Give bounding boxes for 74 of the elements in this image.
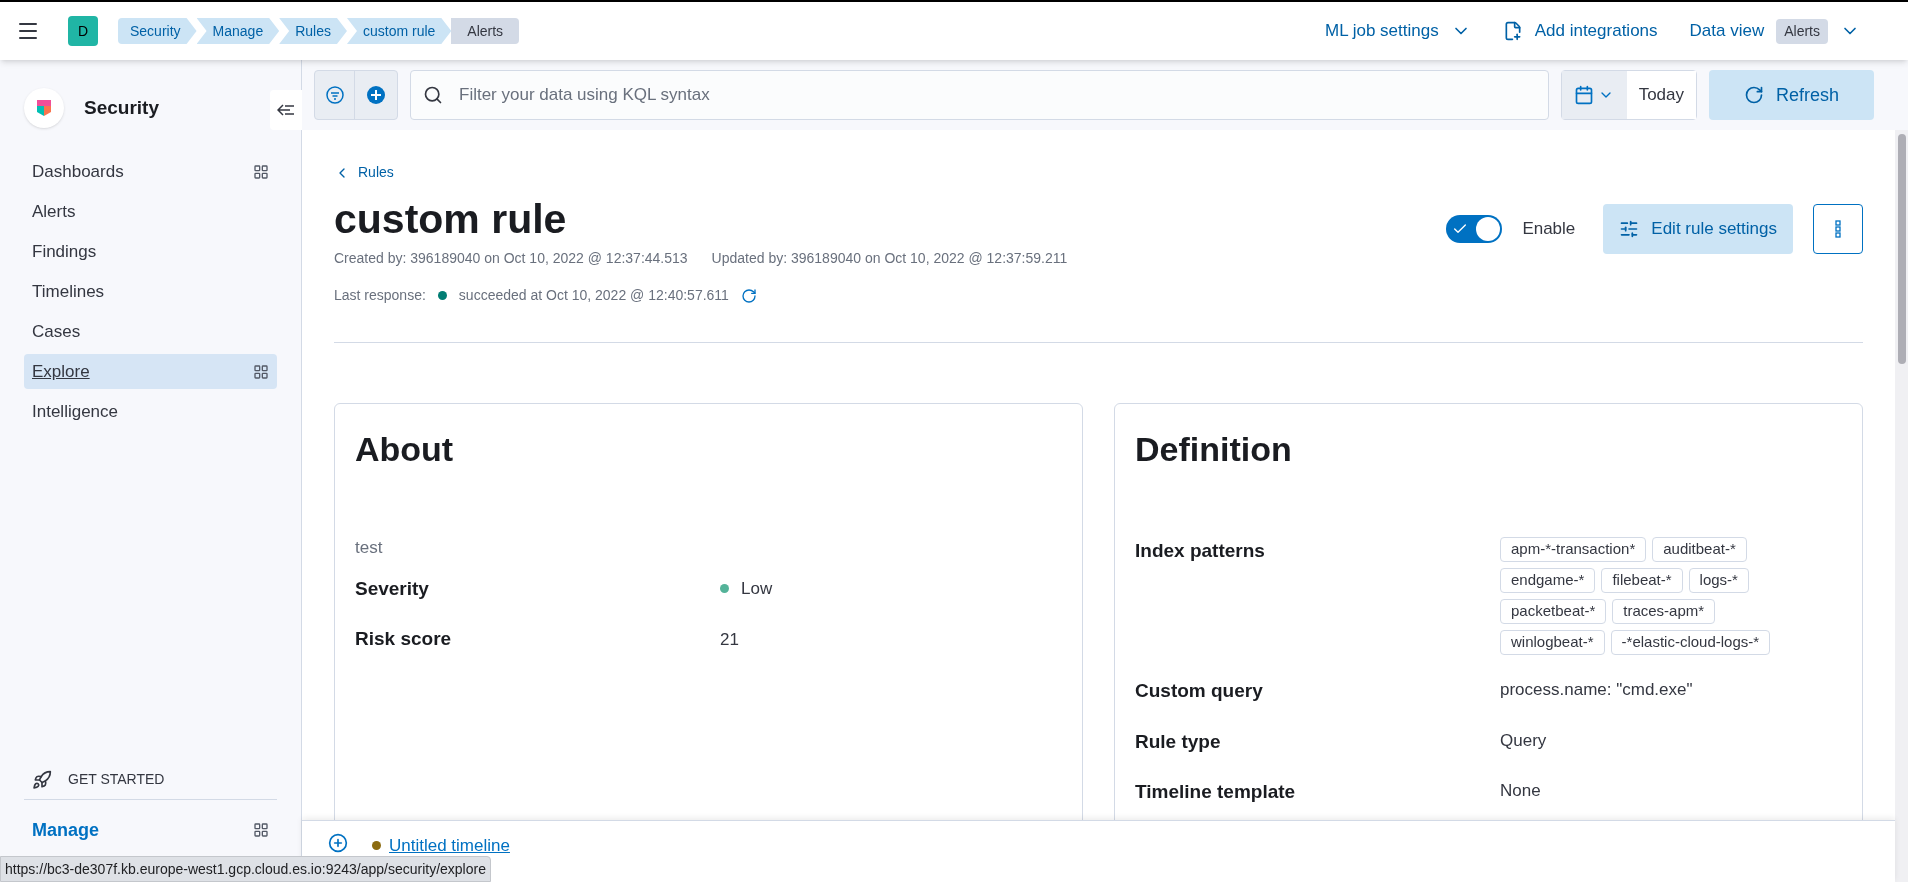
index-pattern-tag: auditbeat-* bbox=[1652, 537, 1747, 563]
card-title: About bbox=[355, 429, 455, 471]
sidebar-title: Security bbox=[84, 95, 159, 120]
field-label: Custom query bbox=[1135, 679, 1264, 704]
query-field[interactable]: Filter your data using KQL syntax bbox=[410, 70, 1549, 120]
sidebar-item[interactable]: Findings bbox=[24, 234, 277, 269]
data-view-button[interactable]: Data view Alerts bbox=[1689, 18, 1860, 44]
refresh-icon bbox=[1744, 85, 1764, 105]
breadcrumb[interactable]: Rules bbox=[279, 18, 347, 44]
last-response-text: succeeded at Oct 10, 2022 @ 12:40:57.611 bbox=[458, 286, 729, 306]
breadcrumb[interactable]: custom rule bbox=[346, 18, 452, 44]
sidebar-item[interactable]: Timelines bbox=[24, 274, 277, 309]
index-pattern-tag: winlogbeat-* bbox=[1500, 630, 1605, 656]
index-pattern-tag: traces-apm* bbox=[1612, 599, 1716, 625]
created-text: Created by: 396189040 on Oct 10, 2022 @ 12:37:44.513 bbox=[334, 249, 688, 269]
timeline-link[interactable]: Untitled timeline bbox=[372, 833, 510, 859]
collapse-icon bbox=[277, 103, 295, 117]
status-url: https://bc3-de307f.kb.europe-west1.gcp.cloud.es.io:9243/app/security/explore bbox=[0, 856, 491, 882]
enable-label: Enable bbox=[1522, 218, 1576, 241]
last-response-label: Last response: bbox=[334, 286, 426, 306]
index-pattern-tag: apm-*-transaction* bbox=[1500, 537, 1647, 563]
sliders-icon bbox=[1619, 219, 1640, 239]
enable-switch[interactable] bbox=[1446, 215, 1503, 243]
index-pattern-tag: -*elastic-cloud-logs-* bbox=[1610, 630, 1771, 656]
index-pattern-tag: packetbeat-* bbox=[1500, 599, 1607, 625]
field-value: Query bbox=[1500, 729, 1548, 752]
add-timeline-icon[interactable] bbox=[328, 833, 348, 853]
search-icon bbox=[423, 85, 443, 105]
filter-icon bbox=[324, 85, 345, 105]
breadcrumb[interactable]: Manage bbox=[196, 18, 280, 44]
sidebar-item[interactable]: Cases bbox=[24, 314, 277, 349]
field-value: process.name: "cmd.exe" bbox=[1500, 679, 1694, 702]
data-view-badge: Alerts bbox=[1776, 18, 1828, 44]
page-title: custom rule bbox=[334, 195, 568, 244]
rocket-icon bbox=[32, 769, 52, 790]
back-link[interactable]: Rules bbox=[334, 162, 1068, 183]
card-title: Definition bbox=[1135, 429, 1293, 471]
sidebar-item[interactable]: Dashboards bbox=[24, 154, 277, 189]
field-value: Low bbox=[741, 578, 773, 601]
more-icon bbox=[1835, 220, 1841, 238]
sidebar-item[interactable]: Alerts bbox=[24, 194, 277, 229]
index-pattern-tag: filebeat-* bbox=[1601, 568, 1683, 594]
field-value: None bbox=[1500, 780, 1542, 803]
edit-rule-settings-button[interactable]: Edit rule settings bbox=[1603, 204, 1793, 254]
field-label: Risk score bbox=[355, 627, 453, 652]
manage-link[interactable]: Manage bbox=[24, 812, 277, 848]
ml-job-settings-button[interactable]: ML job settings bbox=[1324, 18, 1471, 44]
index-pattern-tag: endgame-* bbox=[1500, 568, 1596, 594]
scrollbar[interactable] bbox=[1895, 130, 1908, 882]
field-label: Rule type bbox=[1135, 729, 1222, 754]
get-started-link[interactable]: GET STARTED bbox=[24, 760, 277, 800]
field-label: Index patterns bbox=[1135, 539, 1266, 564]
plus-circle-icon bbox=[366, 85, 386, 105]
refresh-icon[interactable] bbox=[740, 287, 757, 304]
sidebar-item[interactable]: Explore bbox=[24, 354, 277, 389]
grid-icon bbox=[253, 822, 269, 838]
more-actions-button[interactable] bbox=[1813, 204, 1863, 254]
calendar-icon bbox=[1574, 85, 1595, 105]
index-pattern-tag: logs-* bbox=[1688, 568, 1749, 594]
field-value: 21 bbox=[720, 628, 739, 651]
date-range[interactable]: Today bbox=[1626, 71, 1696, 119]
breadcrumb[interactable]: Alerts bbox=[451, 18, 520, 44]
add-integrations-button[interactable]: Add integrations bbox=[1502, 18, 1658, 44]
field-label: Severity bbox=[355, 576, 430, 601]
sidebar-item[interactable]: Intelligence bbox=[24, 394, 277, 429]
field-label: Timeline template bbox=[1135, 780, 1297, 805]
refresh-button[interactable]: Refresh bbox=[1709, 70, 1874, 120]
description-text: test bbox=[355, 537, 384, 560]
date-picker-button[interactable] bbox=[1561, 71, 1627, 119]
collapse-sidebar-button[interactable] bbox=[270, 90, 302, 130]
space-avatar[interactable]: D bbox=[68, 16, 98, 46]
app-logo bbox=[24, 88, 64, 128]
breadcrumb[interactable]: Security bbox=[118, 18, 197, 44]
updated-text: Updated by: 396189040 on Oct 10, 2022 @ 12:37:59.211 bbox=[711, 249, 1068, 269]
